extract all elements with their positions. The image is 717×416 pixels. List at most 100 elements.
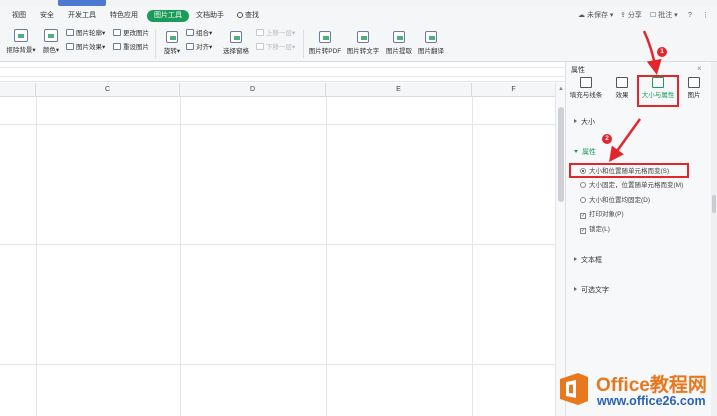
- option-lock[interactable]: ✓ 锁定(L): [580, 225, 610, 234]
- column-header-f[interactable]: F: [472, 83, 555, 97]
- option-fixed[interactable]: 大小和位置均固定(D): [580, 196, 650, 205]
- grid-line: [0, 124, 555, 125]
- selection-pane-label: 选择窗格: [223, 48, 249, 55]
- color-icon: [44, 29, 58, 42]
- watermark-url: www.office26.com: [597, 394, 706, 408]
- help-icon[interactable]: ?: [688, 10, 692, 22]
- radio-button[interactable]: [580, 197, 586, 203]
- align-icon: [186, 43, 194, 50]
- tab-fill-line-label: 填充与线条: [569, 92, 603, 99]
- column-header-e[interactable]: E: [326, 83, 472, 97]
- pane-scroll-thumb[interactable]: [712, 195, 716, 213]
- menu-developer[interactable]: 开发工具: [68, 10, 96, 22]
- rotate-button[interactable]: 旋转▾: [160, 31, 184, 55]
- bring-forward-button[interactable]: 上移一层▾: [256, 29, 295, 39]
- selection-pane-button[interactable]: 选择窗格: [221, 31, 251, 55]
- outline-label: 图片轮廓: [76, 30, 102, 37]
- effects-icon: [616, 77, 628, 88]
- pane-title: 属性: [571, 67, 585, 74]
- picture-translate-button[interactable]: 图片翻译: [416, 31, 446, 55]
- grid-line: [0, 364, 555, 365]
- grid-line: [0, 244, 555, 245]
- grid-line: [36, 97, 37, 416]
- picture-effect-button[interactable]: 图片效果▾: [66, 43, 105, 53]
- office-logo-icon: [560, 373, 588, 405]
- selection-pane-icon: [230, 31, 242, 43]
- section-properties-label: 属性: [582, 149, 596, 156]
- option-print-object[interactable]: ✓ 打印对象(P): [580, 210, 624, 219]
- send-backward-icon: [256, 43, 264, 50]
- color-button[interactable]: 颜色▾: [40, 29, 62, 54]
- section-alt-text[interactable]: 可选文字: [574, 285, 609, 295]
- spreadsheet-grid[interactable]: [0, 97, 555, 416]
- section-textbox-label: 文本框: [581, 257, 602, 264]
- section-properties[interactable]: 属性: [574, 147, 596, 157]
- section-alt-text-label: 可选文字: [581, 287, 609, 294]
- menu-view[interactable]: 视图: [12, 10, 26, 22]
- picture-icon: [688, 77, 700, 88]
- checkbox-checked[interactable]: ✓: [580, 213, 586, 219]
- option-move-no-size[interactable]: 大小固定，位置随单元格而变(M): [580, 181, 683, 190]
- search-button[interactable]: 查找: [237, 10, 259, 22]
- section-size[interactable]: 大小: [574, 117, 595, 127]
- highlight-size-properties-tab: [637, 75, 679, 107]
- picture-outline-button[interactable]: 图片轮廓▾: [66, 29, 105, 39]
- menu-security[interactable]: 安全: [40, 10, 54, 22]
- remove-background-icon: [14, 29, 28, 42]
- grid-line: [180, 97, 181, 416]
- menu-doc-assistant[interactable]: 文档助手: [196, 10, 224, 22]
- share-button[interactable]: ⇪ 分享: [620, 10, 642, 22]
- picture-extract-label: 图片提取: [386, 48, 412, 55]
- picture-extract-button[interactable]: 图片提取: [384, 31, 414, 55]
- picture-to-pdf-button[interactable]: 图片转PDF: [308, 31, 342, 55]
- more-icon[interactable]: ⋮: [702, 10, 709, 22]
- formula-input[interactable]: [0, 67, 565, 77]
- change-picture-label: 更改图片: [123, 30, 149, 37]
- column-header: C D E F: [0, 83, 555, 97]
- combine-icon: [186, 29, 194, 36]
- section-textbox[interactable]: 文本框: [574, 255, 602, 265]
- tab-effects[interactable]: 效果: [604, 77, 640, 99]
- comment-button[interactable]: ☐ 批注 ▾: [650, 10, 678, 22]
- menu-picture-tools[interactable]: 图片工具: [147, 10, 189, 22]
- menu-bar: 视图 安全 开发工具 特色应用 图片工具 文档助手 查找 ☁ 未保存 ▾ ⇪ 分…: [0, 6, 717, 26]
- picture-to-text-label: 图片转文字: [346, 48, 380, 55]
- menu-features[interactable]: 特色应用: [110, 10, 138, 22]
- ribbon-divider: [155, 30, 156, 58]
- change-picture-icon: [113, 29, 121, 36]
- section-size-label: 大小: [581, 119, 595, 126]
- outline-icon: [66, 29, 74, 36]
- scroll-up-icon[interactable]: ▲: [558, 86, 564, 92]
- reset-picture-button[interactable]: 重设图片: [113, 43, 149, 53]
- combine-button[interactable]: 组合▾: [186, 29, 212, 39]
- radio-button[interactable]: [580, 182, 586, 188]
- tab-effects-label: 效果: [615, 92, 629, 99]
- option-move-no-size-label: 大小固定，位置随单元格而变(M): [589, 182, 684, 189]
- grid-line: [326, 97, 327, 416]
- tab-fill-line[interactable]: 填充与线条: [568, 77, 604, 99]
- send-backward-button[interactable]: 下移一层▾: [256, 43, 295, 53]
- align-button[interactable]: 对齐▾: [186, 43, 212, 53]
- column-header-c[interactable]: C: [36, 83, 180, 97]
- unsaved-button[interactable]: ☁ 未保存 ▾: [578, 10, 613, 22]
- option-lock-label: 锁定(L): [589, 226, 610, 233]
- column-header-d[interactable]: D: [180, 83, 326, 97]
- checkbox-checked[interactable]: ✓: [580, 228, 586, 234]
- pdf-icon: [319, 31, 331, 43]
- column-header-b[interactable]: [0, 83, 36, 97]
- reset-picture-icon: [113, 43, 121, 50]
- option-print-object-label: 打印对象(P): [589, 211, 624, 218]
- expand-icon: [574, 257, 577, 261]
- send-backward-label: 下移一层: [266, 44, 292, 51]
- watermark-name: Office教程网: [596, 375, 707, 396]
- remove-background-button[interactable]: 抠除背景▾: [4, 29, 38, 54]
- watermark: Office教程网 www.office26.com: [550, 362, 717, 416]
- change-picture-button[interactable]: 更改图片: [113, 29, 149, 39]
- fill-line-icon: [580, 77, 592, 88]
- expand-icon: [574, 119, 577, 123]
- picture-to-text-button[interactable]: 图片转文字: [345, 31, 381, 55]
- close-icon[interactable]: ×: [697, 64, 702, 73]
- align-label: 对齐: [196, 44, 209, 51]
- scroll-thumb[interactable]: [558, 107, 564, 202]
- tab-picture[interactable]: 图片: [676, 77, 712, 99]
